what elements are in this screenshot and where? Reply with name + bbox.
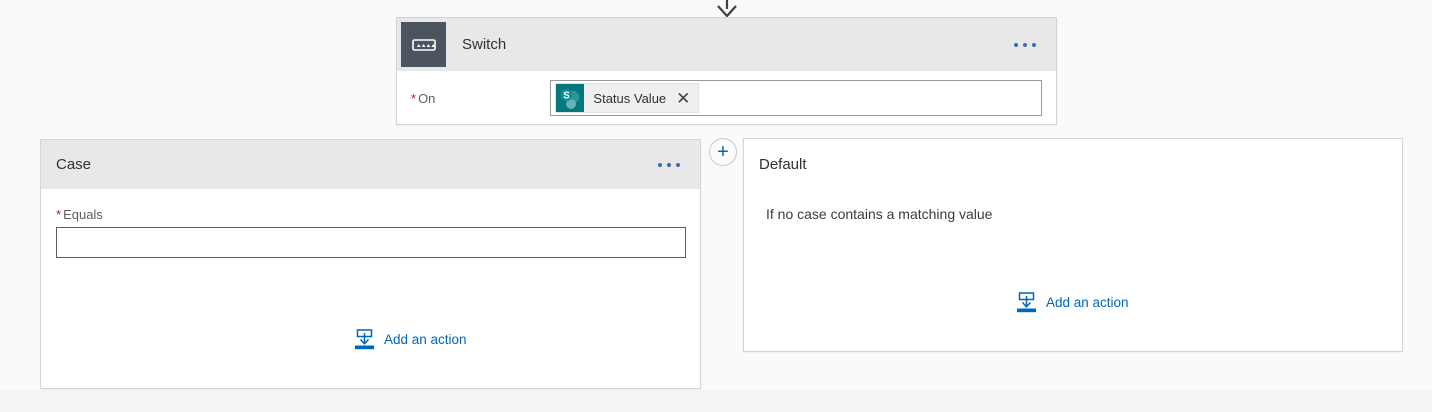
svg-text:S: S xyxy=(564,91,571,102)
switch-card-title: Switch xyxy=(462,36,507,53)
add-action-label: Add an action xyxy=(384,332,467,347)
case-card-title: Case xyxy=(56,156,92,173)
switch-control-icon xyxy=(401,22,446,67)
add-case-button[interactable]: + xyxy=(709,138,737,166)
add-action-label: Add an action xyxy=(1046,295,1129,310)
on-field-label: * On xyxy=(411,90,436,106)
on-field-input[interactable]: S Status Value ✕ xyxy=(550,80,1043,116)
add-action-icon xyxy=(1017,292,1036,313)
case-branch-card: Case * Equals Add an action xyxy=(40,139,701,389)
token-label: Status Value xyxy=(593,90,667,106)
switch-more-menu-button[interactable] xyxy=(994,35,1056,55)
case-add-action-button[interactable]: Add an action xyxy=(354,329,467,350)
flow-designer-canvas: Switch * On S Status Value ✕ Case * Equa… xyxy=(0,0,1432,412)
switch-card-header[interactable]: Switch xyxy=(397,18,1056,71)
equals-field-input[interactable] xyxy=(56,227,686,258)
required-marker: * xyxy=(411,90,417,106)
case-more-menu-button[interactable] xyxy=(638,155,700,175)
default-description: If no case contains a matching value xyxy=(766,206,993,222)
add-action-icon xyxy=(355,329,374,350)
required-marker: * xyxy=(56,207,62,222)
canvas-background-strip xyxy=(0,390,1432,412)
case-card-header[interactable]: Case xyxy=(41,140,700,189)
default-add-action-button[interactable]: Add an action xyxy=(1016,292,1129,313)
case-card-body: * Equals xyxy=(41,189,700,258)
default-branch-card: Default If no case contains a matching v… xyxy=(743,138,1403,352)
default-card-title: Default xyxy=(759,156,807,173)
equals-field-label: * Equals xyxy=(56,207,103,222)
switch-card-body: * On S Status Value ✕ xyxy=(397,71,1056,125)
token-remove-icon[interactable]: ✕ xyxy=(674,90,692,107)
sharepoint-icon: S xyxy=(556,84,585,112)
status-value-token[interactable]: S Status Value ✕ xyxy=(555,83,700,113)
switch-action-card: Switch * On S Status Value ✕ xyxy=(396,17,1057,125)
